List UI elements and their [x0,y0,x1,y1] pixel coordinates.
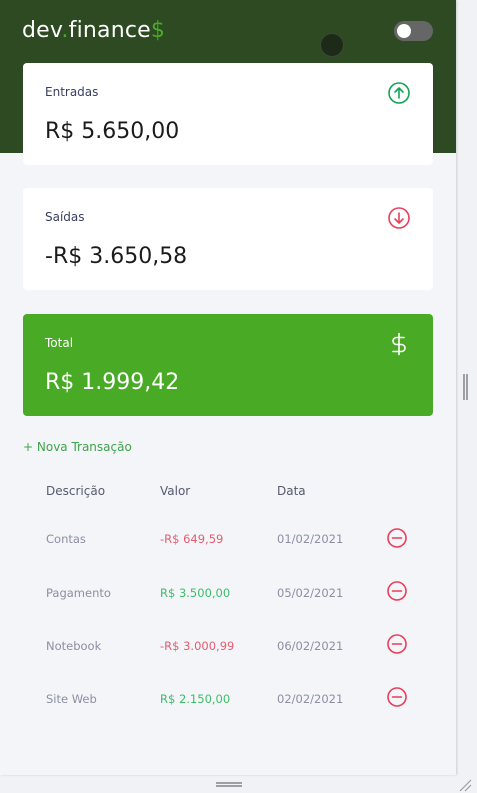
remove-transaction-icon[interactable] [386,527,408,549]
remove-transaction-icon[interactable] [386,580,408,602]
theme-toggle[interactable] [394,21,433,41]
expense-card: Saídas -R$ 3.650,58 [23,188,433,290]
income-label: Entradas [45,85,99,99]
new-transaction-link[interactable]: + Nova Transação [23,440,132,454]
income-card: Entradas R$ 5.650,00 [23,63,433,165]
logo-dot: . [61,18,69,43]
logo: dev.finance$ [22,18,165,43]
row-description: Notebook [46,639,102,653]
column-header-date: Data [277,484,306,498]
row-amount: R$ 3.500,00 [160,586,231,600]
total-card: Total R$ 1.999,42 [23,314,433,416]
row-description: Site Web [46,692,97,706]
logo-text-dev: dev [22,18,62,43]
arrow-down-circle-icon [388,207,410,229]
row-date: 05/02/2021 [277,586,344,600]
remove-transaction-icon[interactable] [386,633,408,655]
arrow-up-circle-icon [388,82,410,104]
logo-dollar: $ [150,18,166,43]
remove-transaction-icon[interactable] [386,686,408,708]
row-description: Pagamento [46,586,111,600]
vertical-resize-handle[interactable] [463,374,468,400]
row-amount: -R$ 649,59 [160,532,224,546]
logo-text-finance: finance [68,18,151,43]
resize-corner-icon[interactable] [458,778,472,792]
row-amount: -R$ 3.000,99 [160,639,235,653]
app-window: dev.finance$ Entradas R$ 5.650,00 Saídas… [0,0,456,775]
row-amount: R$ 2.150,00 [160,692,231,706]
dollar-icon [392,332,406,356]
theme-toggle-knob [397,24,411,38]
income-value: R$ 5.650,00 [45,119,180,144]
total-label: Total [45,336,74,350]
row-description: Contas [46,532,86,546]
horizontal-resize-handle[interactable] [216,782,242,787]
column-header-value: Valor [160,484,191,498]
row-date: 01/02/2021 [277,532,344,546]
column-header-description: Descrição [46,484,106,498]
row-date: 02/02/2021 [277,692,344,706]
row-date: 06/02/2021 [277,639,344,653]
cursor-indicator [320,33,344,57]
expense-label: Saídas [45,210,85,224]
expense-value: -R$ 3.650,58 [45,244,188,269]
total-value: R$ 1.999,42 [45,370,180,395]
